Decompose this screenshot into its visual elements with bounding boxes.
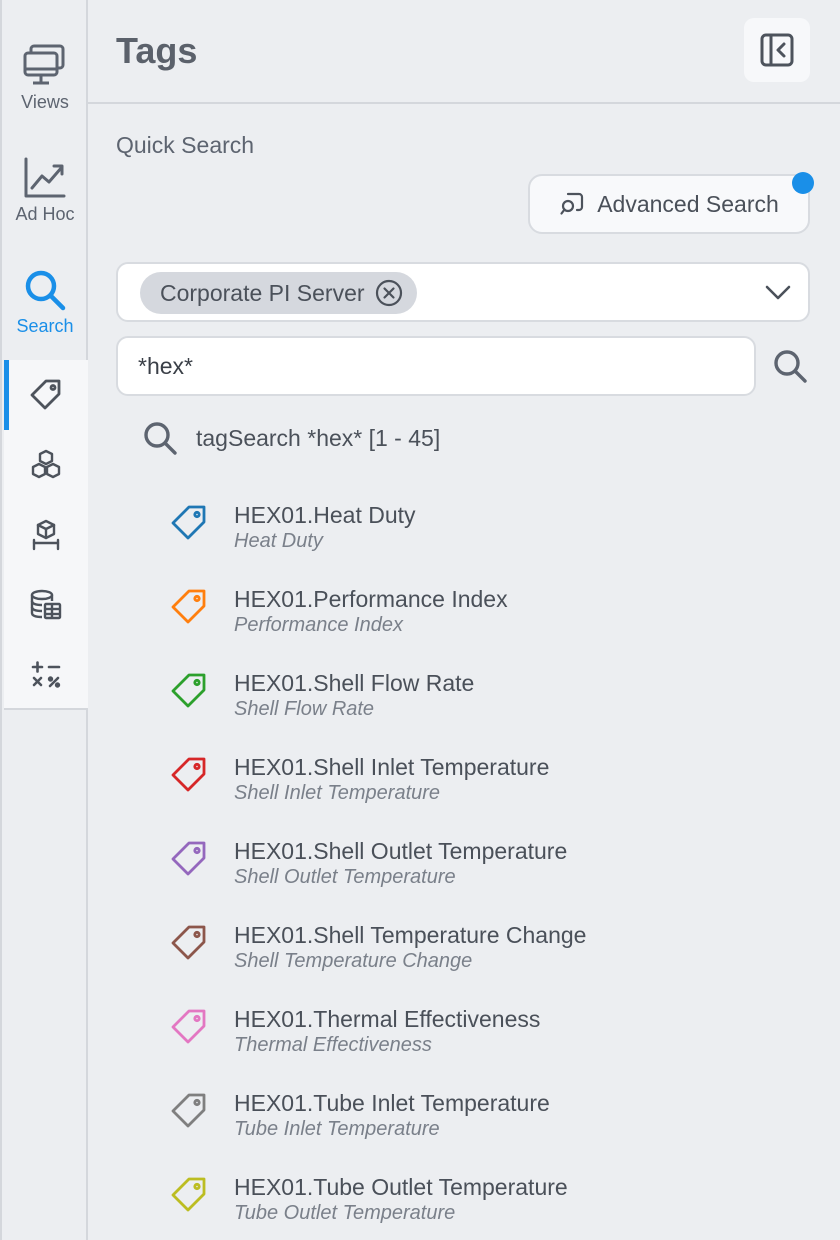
panel-header: Tags: [88, 0, 840, 104]
tag-icon: [171, 925, 206, 960]
tag-name: HEX01.Shell Flow Rate: [234, 670, 475, 696]
subnav-assets[interactable]: [4, 430, 88, 500]
calculator-operators-icon: [31, 661, 61, 688]
tag-name: HEX01.Heat Duty: [234, 502, 416, 528]
tag-list-item[interactable]: HEX01.Shell Flow Rate Shell Flow Rate: [170, 664, 830, 748]
tag-name: HEX01.Performance Index: [234, 586, 508, 612]
tag-description: Shell Flow Rate: [234, 698, 375, 720]
tag-description: Tube Outlet Temperature: [234, 1202, 456, 1224]
tag-list-item[interactable]: HEX01.Shell Outlet Temperature Shell Outl…: [170, 832, 830, 916]
nav-search-label: Search: [16, 316, 74, 336]
tag-name: HEX01.Tube Inlet Temperature: [234, 1090, 550, 1116]
tag-description: Heat Duty: [234, 530, 323, 552]
tag-list-item[interactable]: HEX01.Shell Temperature Change Shell Temp…: [170, 916, 830, 1000]
tag-description: Tube Inlet Temperature: [234, 1118, 440, 1140]
subnav-databases[interactable]: [4, 570, 88, 640]
circle-close-icon: [375, 279, 402, 307]
server-select[interactable]: Corporate PI Server: [116, 262, 810, 322]
search-icon: [144, 422, 177, 455]
tag-icon: [171, 589, 206, 624]
tag-icon: [30, 379, 61, 410]
subnav-tags[interactable]: [4, 360, 88, 430]
tag-icon: [171, 1093, 206, 1128]
tag-icon: [171, 841, 206, 876]
search-button[interactable]: [768, 344, 812, 388]
chevron-down-icon[interactable]: [764, 280, 792, 304]
tag-description: Performance Index: [234, 614, 403, 636]
server-chip: Corporate PI Server: [140, 272, 417, 314]
trend-chart-icon: [24, 157, 66, 198]
tag-name: HEX01.Thermal Effectiveness: [234, 1006, 541, 1032]
advanced-search-button[interactable]: Advanced Search: [528, 174, 810, 234]
nav-views[interactable]: Views: [2, 42, 88, 113]
tag-name: HEX01.Shell Inlet Temperature: [234, 754, 550, 780]
cube-stand-icon: [32, 519, 60, 551]
search-result-node[interactable]: tagSearch *hex* [1 - 45]: [142, 420, 440, 456]
search-icon: [25, 270, 66, 311]
tag-icon: [171, 1009, 206, 1044]
panel-title: Tags: [116, 30, 198, 71]
tag-search-input[interactable]: [116, 336, 756, 396]
search-icon: [774, 350, 807, 383]
tag-result-list: HEX01.Heat Duty Heat Duty HEX01.Performanc…: [170, 496, 830, 1240]
tag-description: Shell Temperature Change: [234, 950, 473, 972]
collapse-panel-button[interactable]: [744, 18, 810, 82]
tag-icon: [171, 505, 206, 540]
tag-description: Shell Outlet Temperature: [234, 866, 456, 888]
search-result-summary: tagSearch *hex* [1 - 45]: [196, 424, 441, 451]
nav-views-label: Views: [21, 92, 69, 112]
database-table-icon: [30, 589, 62, 620]
remove-server-button[interactable]: [375, 279, 403, 307]
advanced-search-icon: [560, 192, 584, 215]
nav-adhoc-label: Ad Hoc: [15, 204, 75, 224]
cubes-icon: [31, 449, 61, 479]
left-rail: Views Ad Hoc Search: [0, 0, 88, 1240]
tag-description: Shell Inlet Temperature: [234, 782, 441, 804]
tag-description: Thermal Effectiveness: [234, 1034, 432, 1056]
tag-list-item[interactable]: HEX01.Performance Index Performance Index: [170, 580, 830, 664]
tag-list-item[interactable]: HEX01.Tube Inlet Temperature Tube Inlet T…: [170, 1084, 830, 1168]
monitor-icon: [23, 44, 65, 85]
tag-list-item[interactable]: HEX01.Shell Inlet Temperature Shell Inlet…: [170, 748, 830, 832]
tag-name: HEX01.Shell Outlet Temperature: [234, 838, 568, 864]
tag-list-item[interactable]: HEX01.Heat Duty Heat Duty: [170, 496, 830, 580]
tags-app: Views Ad Hoc Search Tags Quick Search Ad…: [0, 0, 840, 1240]
subnav-templates[interactable]: [4, 500, 88, 570]
subnav-calculations[interactable]: [4, 640, 88, 710]
collapse-left-icon: [760, 33, 794, 67]
tag-name: HEX01.Tube Outlet Temperature: [234, 1174, 568, 1200]
tag-icon: [171, 1177, 206, 1212]
notification-dot: [792, 172, 814, 194]
nav-search[interactable]: Search: [2, 268, 88, 337]
tag-icon: [171, 673, 206, 708]
tag-icon: [171, 757, 206, 792]
tag-name: HEX01.Shell Temperature Change: [234, 922, 587, 948]
tag-list-item[interactable]: HEX01.Thermal Effectiveness Thermal Effec…: [170, 1000, 830, 1084]
server-chip-label: Corporate PI Server: [160, 279, 365, 306]
quick-search-label: Quick Search: [116, 132, 255, 158]
tag-list-item[interactable]: HEX01.Tube Outlet Temperature Tube Outlet…: [170, 1168, 830, 1240]
advanced-search-label: Advanced Search: [597, 190, 779, 217]
nav-adhoc[interactable]: Ad Hoc: [2, 156, 88, 225]
